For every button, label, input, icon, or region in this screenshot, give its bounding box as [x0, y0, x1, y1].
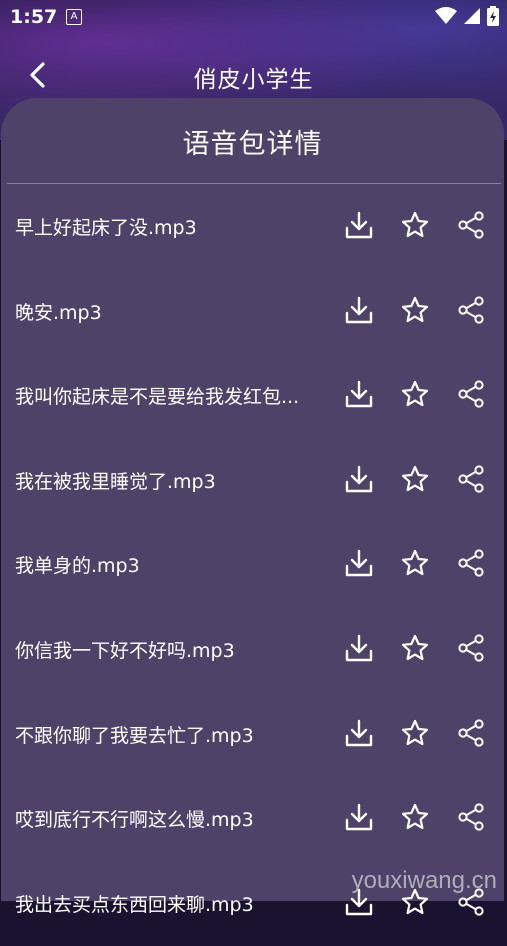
voice-pack-sheet: 语音包详情 早上好起床了没.mp3 晚安.mp3 我叫你起床是不是要给我发红包.… [1, 98, 504, 916]
share-icon [458, 380, 484, 408]
star-icon [401, 719, 429, 745]
download-button[interactable] [343, 801, 375, 833]
download-button[interactable] [343, 294, 375, 326]
file-name: 早上好起床了没.mp3 [15, 217, 197, 239]
download-button[interactable] [343, 378, 375, 410]
favorite-button[interactable] [399, 378, 431, 410]
star-icon [401, 465, 429, 491]
favorite-button[interactable] [399, 547, 431, 579]
signal-icon [464, 8, 480, 24]
share-button[interactable] [455, 294, 487, 326]
favorite-button[interactable] [399, 632, 431, 664]
download-icon [345, 211, 373, 239]
star-icon [401, 211, 429, 238]
share-icon [458, 465, 484, 493]
share-icon [458, 718, 484, 747]
battery-icon [487, 6, 499, 26]
list-item[interactable]: 不跟你聊了我要去忙了.mp3 [1, 693, 504, 778]
star-icon [401, 296, 429, 322]
share-icon [458, 211, 484, 239]
file-name: 晚安.mp3 [15, 301, 102, 324]
file-name: 我在被我里睡觉了.mp3 [15, 470, 216, 493]
share-button[interactable] [455, 378, 487, 410]
share-button[interactable] [455, 632, 487, 664]
list-item[interactable]: 你信我一下好不好吗.mp3 [1, 608, 504, 693]
download-icon [345, 380, 373, 408]
share-button[interactable] [455, 801, 487, 833]
favorite-button[interactable] [399, 294, 431, 326]
list-item[interactable]: 我叫你起床是不是要给我发红包... [1, 354, 504, 439]
download-button[interactable] [343, 463, 375, 495]
download-icon [345, 719, 373, 746]
notification-icon: A [66, 9, 82, 25]
share-button[interactable] [455, 463, 487, 495]
favorite-button[interactable] [399, 717, 431, 749]
share-icon [458, 803, 484, 831]
star-icon [401, 550, 429, 576]
status-time: 1:57 [10, 6, 58, 28]
download-icon [345, 634, 373, 662]
share-button[interactable] [455, 717, 487, 749]
share-icon [458, 549, 484, 577]
star-icon [401, 634, 429, 661]
file-name: 不跟你聊了我要去忙了.mp3 [15, 724, 254, 747]
watermark: youxiwang.cn [351, 867, 497, 894]
page-title: 俏皮小学生 [193, 67, 314, 93]
favorite-button[interactable] [399, 463, 431, 495]
favorite-button[interactable] [399, 801, 431, 833]
download-icon [345, 803, 373, 831]
list-item[interactable]: 我在被我里睡觉了.mp3 [1, 439, 504, 524]
voice-list: 早上好起床了没.mp3 晚安.mp3 我叫你起床是不是要给我发红包... 我在被… [1, 185, 504, 946]
list-item[interactable]: 晚安.mp3 [1, 270, 504, 355]
download-icon [345, 296, 373, 323]
file-name: 我单身的.mp3 [15, 555, 140, 578]
download-icon [345, 550, 373, 577]
download-button[interactable] [343, 717, 375, 749]
download-button[interactable] [343, 209, 375, 241]
file-name: 我叫你起床是不是要给我发红包... [15, 386, 300, 409]
status-bar: 1:57 A [0, 0, 507, 34]
share-button[interactable] [455, 547, 487, 579]
star-icon [401, 804, 429, 830]
favorite-button[interactable] [399, 209, 431, 241]
share-icon [458, 634, 484, 662]
download-button[interactable] [343, 547, 375, 579]
download-icon [345, 465, 373, 492]
sheet-title: 语音包详情 [182, 129, 323, 160]
star-icon [401, 381, 429, 407]
file-name: 哎到底行不行啊这么慢.mp3 [15, 809, 254, 832]
file-name: 我出去买点东西回来聊.mp3 [15, 893, 254, 916]
app-bar: 俏皮小学生 [0, 52, 507, 98]
wifi-icon [435, 7, 457, 24]
file-name: 你信我一下好不好吗.mp3 [15, 639, 235, 662]
system-icons [435, 6, 499, 26]
divider [7, 183, 501, 184]
list-item[interactable]: 早上好起床了没.mp3 [1, 185, 504, 270]
list-item[interactable]: 哎到底行不行啊这么慢.mp3 [1, 777, 504, 862]
list-item[interactable]: 我单身的.mp3 [1, 523, 504, 608]
share-icon [458, 295, 484, 324]
share-button[interactable] [455, 209, 487, 241]
download-button[interactable] [343, 632, 375, 664]
